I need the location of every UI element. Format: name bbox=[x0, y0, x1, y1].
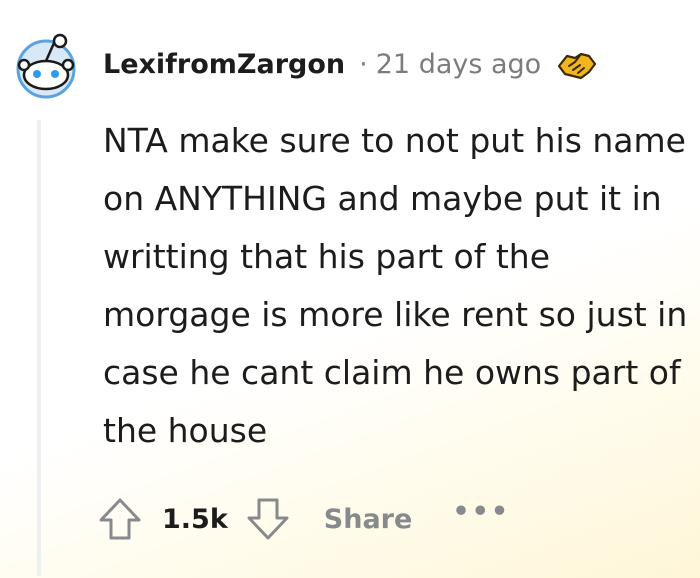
upvote-arrow-icon[interactable] bbox=[96, 495, 144, 543]
more-options-button[interactable]: ••• bbox=[452, 496, 510, 527]
thread-line[interactable] bbox=[37, 120, 41, 576]
vote-score: 1.5k bbox=[162, 503, 228, 535]
share-button[interactable]: Share bbox=[324, 504, 413, 535]
username-link[interactable]: LexifromZargon bbox=[103, 49, 345, 80]
comment-actions: 1.5k Share ••• bbox=[96, 490, 510, 548]
comment-header: LexifromZargon · 21 days ago bbox=[103, 44, 599, 84]
avatar-icon[interactable] bbox=[10, 29, 82, 101]
handshake-award-icon[interactable] bbox=[555, 44, 599, 84]
downvote-arrow-icon[interactable] bbox=[244, 495, 292, 543]
timestamp[interactable]: 21 days ago bbox=[376, 49, 541, 80]
comment-body: NTA make sure to not put his name on ANY… bbox=[103, 121, 688, 450]
meta-separator: · bbox=[359, 48, 368, 80]
